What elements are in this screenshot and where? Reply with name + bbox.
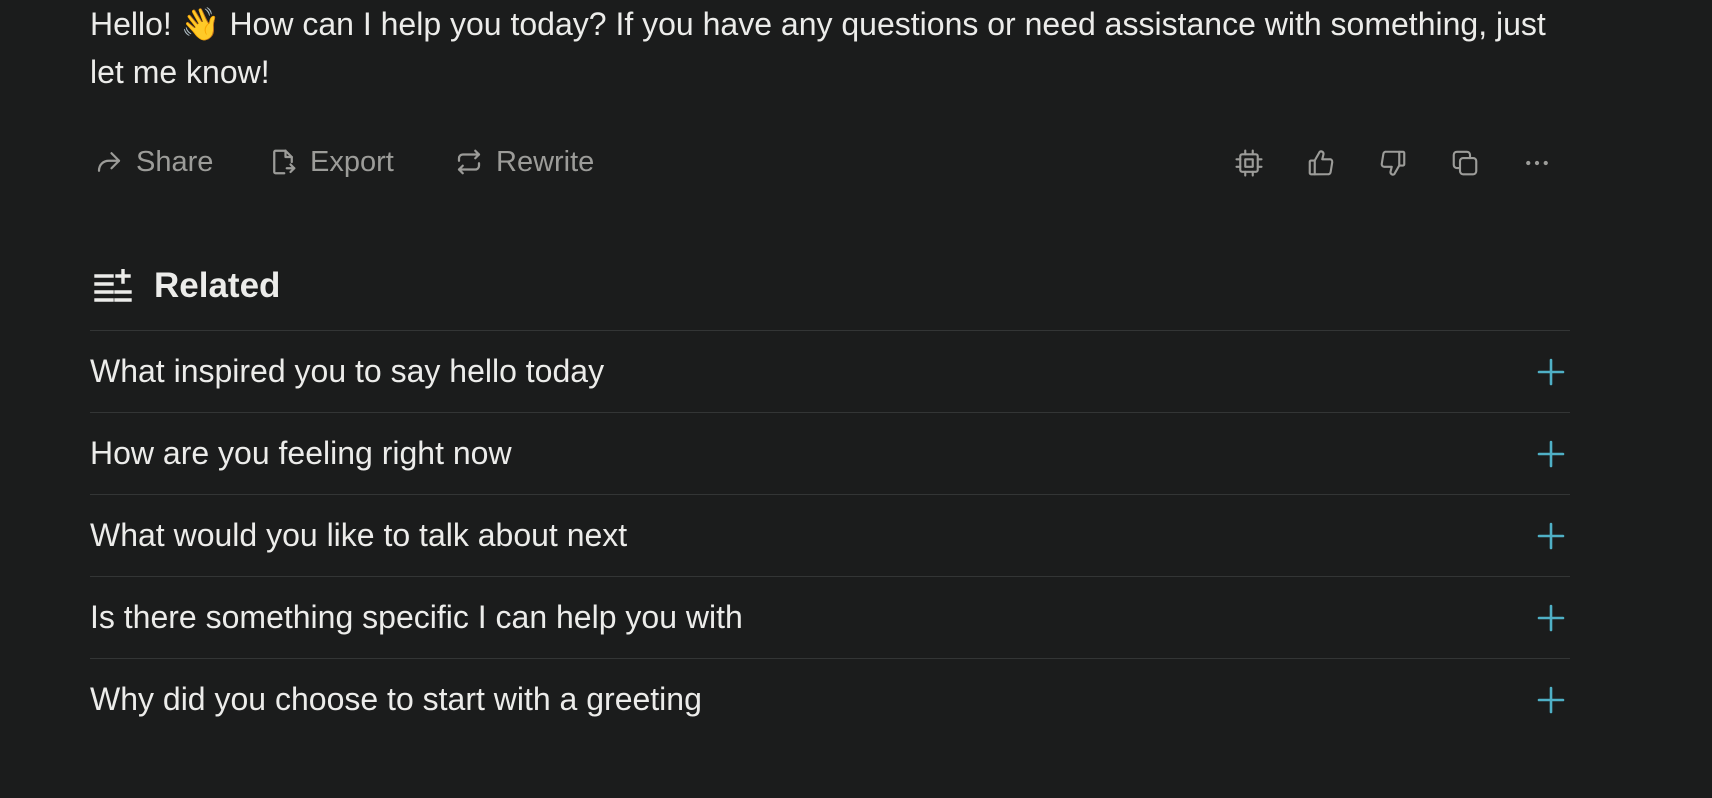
related-item[interactable]: Is there something specific I can help y…: [90, 576, 1570, 658]
related-title: Related: [154, 266, 281, 305]
related-question: What would you like to talk about next: [90, 517, 628, 553]
related-header: Related: [94, 258, 280, 314]
thumbs-up-button[interactable]: [1303, 145, 1339, 181]
export-label: Export: [310, 145, 394, 178]
answer-paragraph: Hello! 👋 How can I help you today? If yo…: [90, 6, 1546, 90]
thumbs-up-icon: [1308, 150, 1334, 176]
plus-icon[interactable]: [1536, 439, 1566, 469]
rewrite-label: Rewrite: [496, 145, 595, 178]
related-question: How are you feeling right now: [90, 435, 512, 471]
share-label: Share: [136, 145, 214, 178]
plus-icon[interactable]: [1536, 521, 1566, 551]
copy-button[interactable]: [1447, 145, 1483, 181]
related-list-icon: [94, 269, 132, 302]
cpu-icon: [1235, 149, 1263, 177]
related-question: Is there something specific I can help y…: [90, 599, 743, 635]
related-list: What inspired you to say hello today How…: [90, 330, 1570, 740]
related-item[interactable]: How are you feeling right now: [90, 412, 1570, 494]
plus-icon[interactable]: [1536, 685, 1566, 715]
plus-icon[interactable]: [1536, 357, 1566, 387]
export-button[interactable]: Export: [268, 137, 394, 187]
related-question: Why did you choose to start with a greet…: [90, 681, 702, 717]
more-options-button[interactable]: [1519, 145, 1555, 181]
more-icon: [1526, 160, 1548, 166]
thumbs-down-button[interactable]: [1375, 145, 1411, 181]
copy-icon: [1452, 150, 1478, 176]
answer-text-block: Hello! 👋 How can I help you today? If yo…: [90, 0, 1570, 96]
related-item[interactable]: What inspired you to say hello today: [90, 330, 1570, 412]
share-icon: [97, 152, 121, 172]
answer-toolbar: Share Export Rewrite: [90, 137, 1570, 187]
export-icon: [273, 149, 296, 175]
related-question: What inspired you to say hello today: [90, 353, 605, 389]
model-info-button[interactable]: [1231, 145, 1267, 181]
plus-icon[interactable]: [1536, 603, 1566, 633]
rewrite-icon: [457, 149, 481, 175]
thumbs-down-icon: [1380, 150, 1406, 176]
related-item[interactable]: What would you like to talk about next: [90, 494, 1570, 576]
rewrite-button[interactable]: Rewrite: [454, 137, 594, 187]
related-item[interactable]: Why did you choose to start with a greet…: [90, 658, 1570, 740]
share-button[interactable]: Share: [94, 137, 213, 187]
